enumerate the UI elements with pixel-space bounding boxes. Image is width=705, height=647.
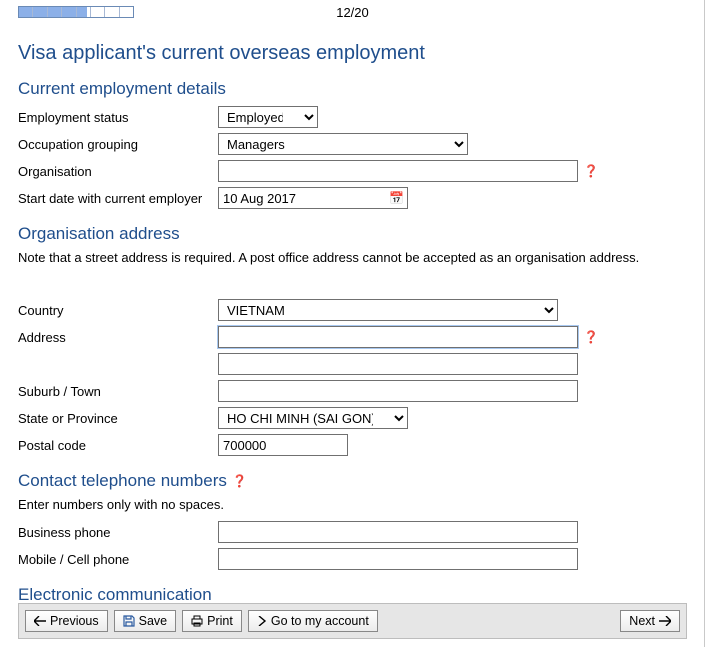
state-label: State or Province [18, 411, 218, 426]
suburb-label: Suburb / Town [18, 384, 218, 399]
occupation-grouping-label: Occupation grouping [18, 137, 218, 152]
organisation-label: Organisation [18, 164, 218, 179]
mobile-phone-input[interactable] [218, 548, 578, 570]
help-icon[interactable]: ❓ [584, 164, 598, 178]
section-employment-heading: Current employment details [18, 79, 686, 99]
help-icon[interactable]: ❓ [584, 330, 598, 344]
arrow-left-icon [34, 616, 46, 626]
go-to-account-button[interactable]: Go to my account [248, 610, 378, 632]
help-icon[interactable]: ❓ [233, 474, 247, 488]
next-button[interactable]: Next [620, 610, 680, 632]
business-phone-label: Business phone [18, 525, 218, 540]
arrow-right-icon [659, 616, 671, 626]
start-date-input[interactable] [218, 187, 408, 209]
suburb-input[interactable] [218, 380, 578, 402]
postal-input[interactable] [218, 434, 348, 456]
print-button[interactable]: Print [182, 610, 242, 632]
employment-status-select[interactable]: Employed [218, 106, 318, 128]
save-button[interactable]: Save [114, 610, 177, 632]
address-label: Address [18, 330, 218, 345]
start-date-label: Start date with current employer [18, 191, 218, 206]
contact-note: Enter numbers only with no spaces. [18, 497, 686, 512]
postal-label: Postal code [18, 438, 218, 453]
page-title: Visa applicant's current overseas employ… [18, 42, 686, 65]
progress-label: 12/20 [0, 5, 705, 20]
organisation-input[interactable] [218, 160, 578, 182]
country-select[interactable]: VIETNAM [218, 299, 558, 321]
button-bar: Previous Save Print Go to my account Nex… [18, 603, 687, 639]
business-phone-input[interactable] [218, 521, 578, 543]
state-select[interactable]: HO CHI MINH (SAI GON) [218, 407, 408, 429]
occupation-grouping-select[interactable]: Managers [218, 133, 468, 155]
address-line1-input[interactable] [218, 326, 578, 348]
employment-status-label: Employment status [18, 110, 218, 125]
previous-button[interactable]: Previous [25, 610, 108, 632]
address-line2-input[interactable] [218, 353, 578, 375]
section-contact-heading: Contact telephone numbers ❓ [18, 471, 686, 491]
floppy-icon [123, 615, 135, 627]
country-label: Country [18, 303, 218, 318]
section-org-address-heading: Organisation address [18, 224, 686, 244]
calendar-icon[interactable]: 📅 [389, 191, 404, 205]
print-icon [191, 615, 203, 627]
section-email-heading: Electronic communication [18, 585, 686, 605]
org-address-note: Note that a street address is required. … [18, 250, 686, 265]
chevron-right-icon [257, 616, 267, 626]
mobile-phone-label: Mobile / Cell phone [18, 552, 218, 567]
